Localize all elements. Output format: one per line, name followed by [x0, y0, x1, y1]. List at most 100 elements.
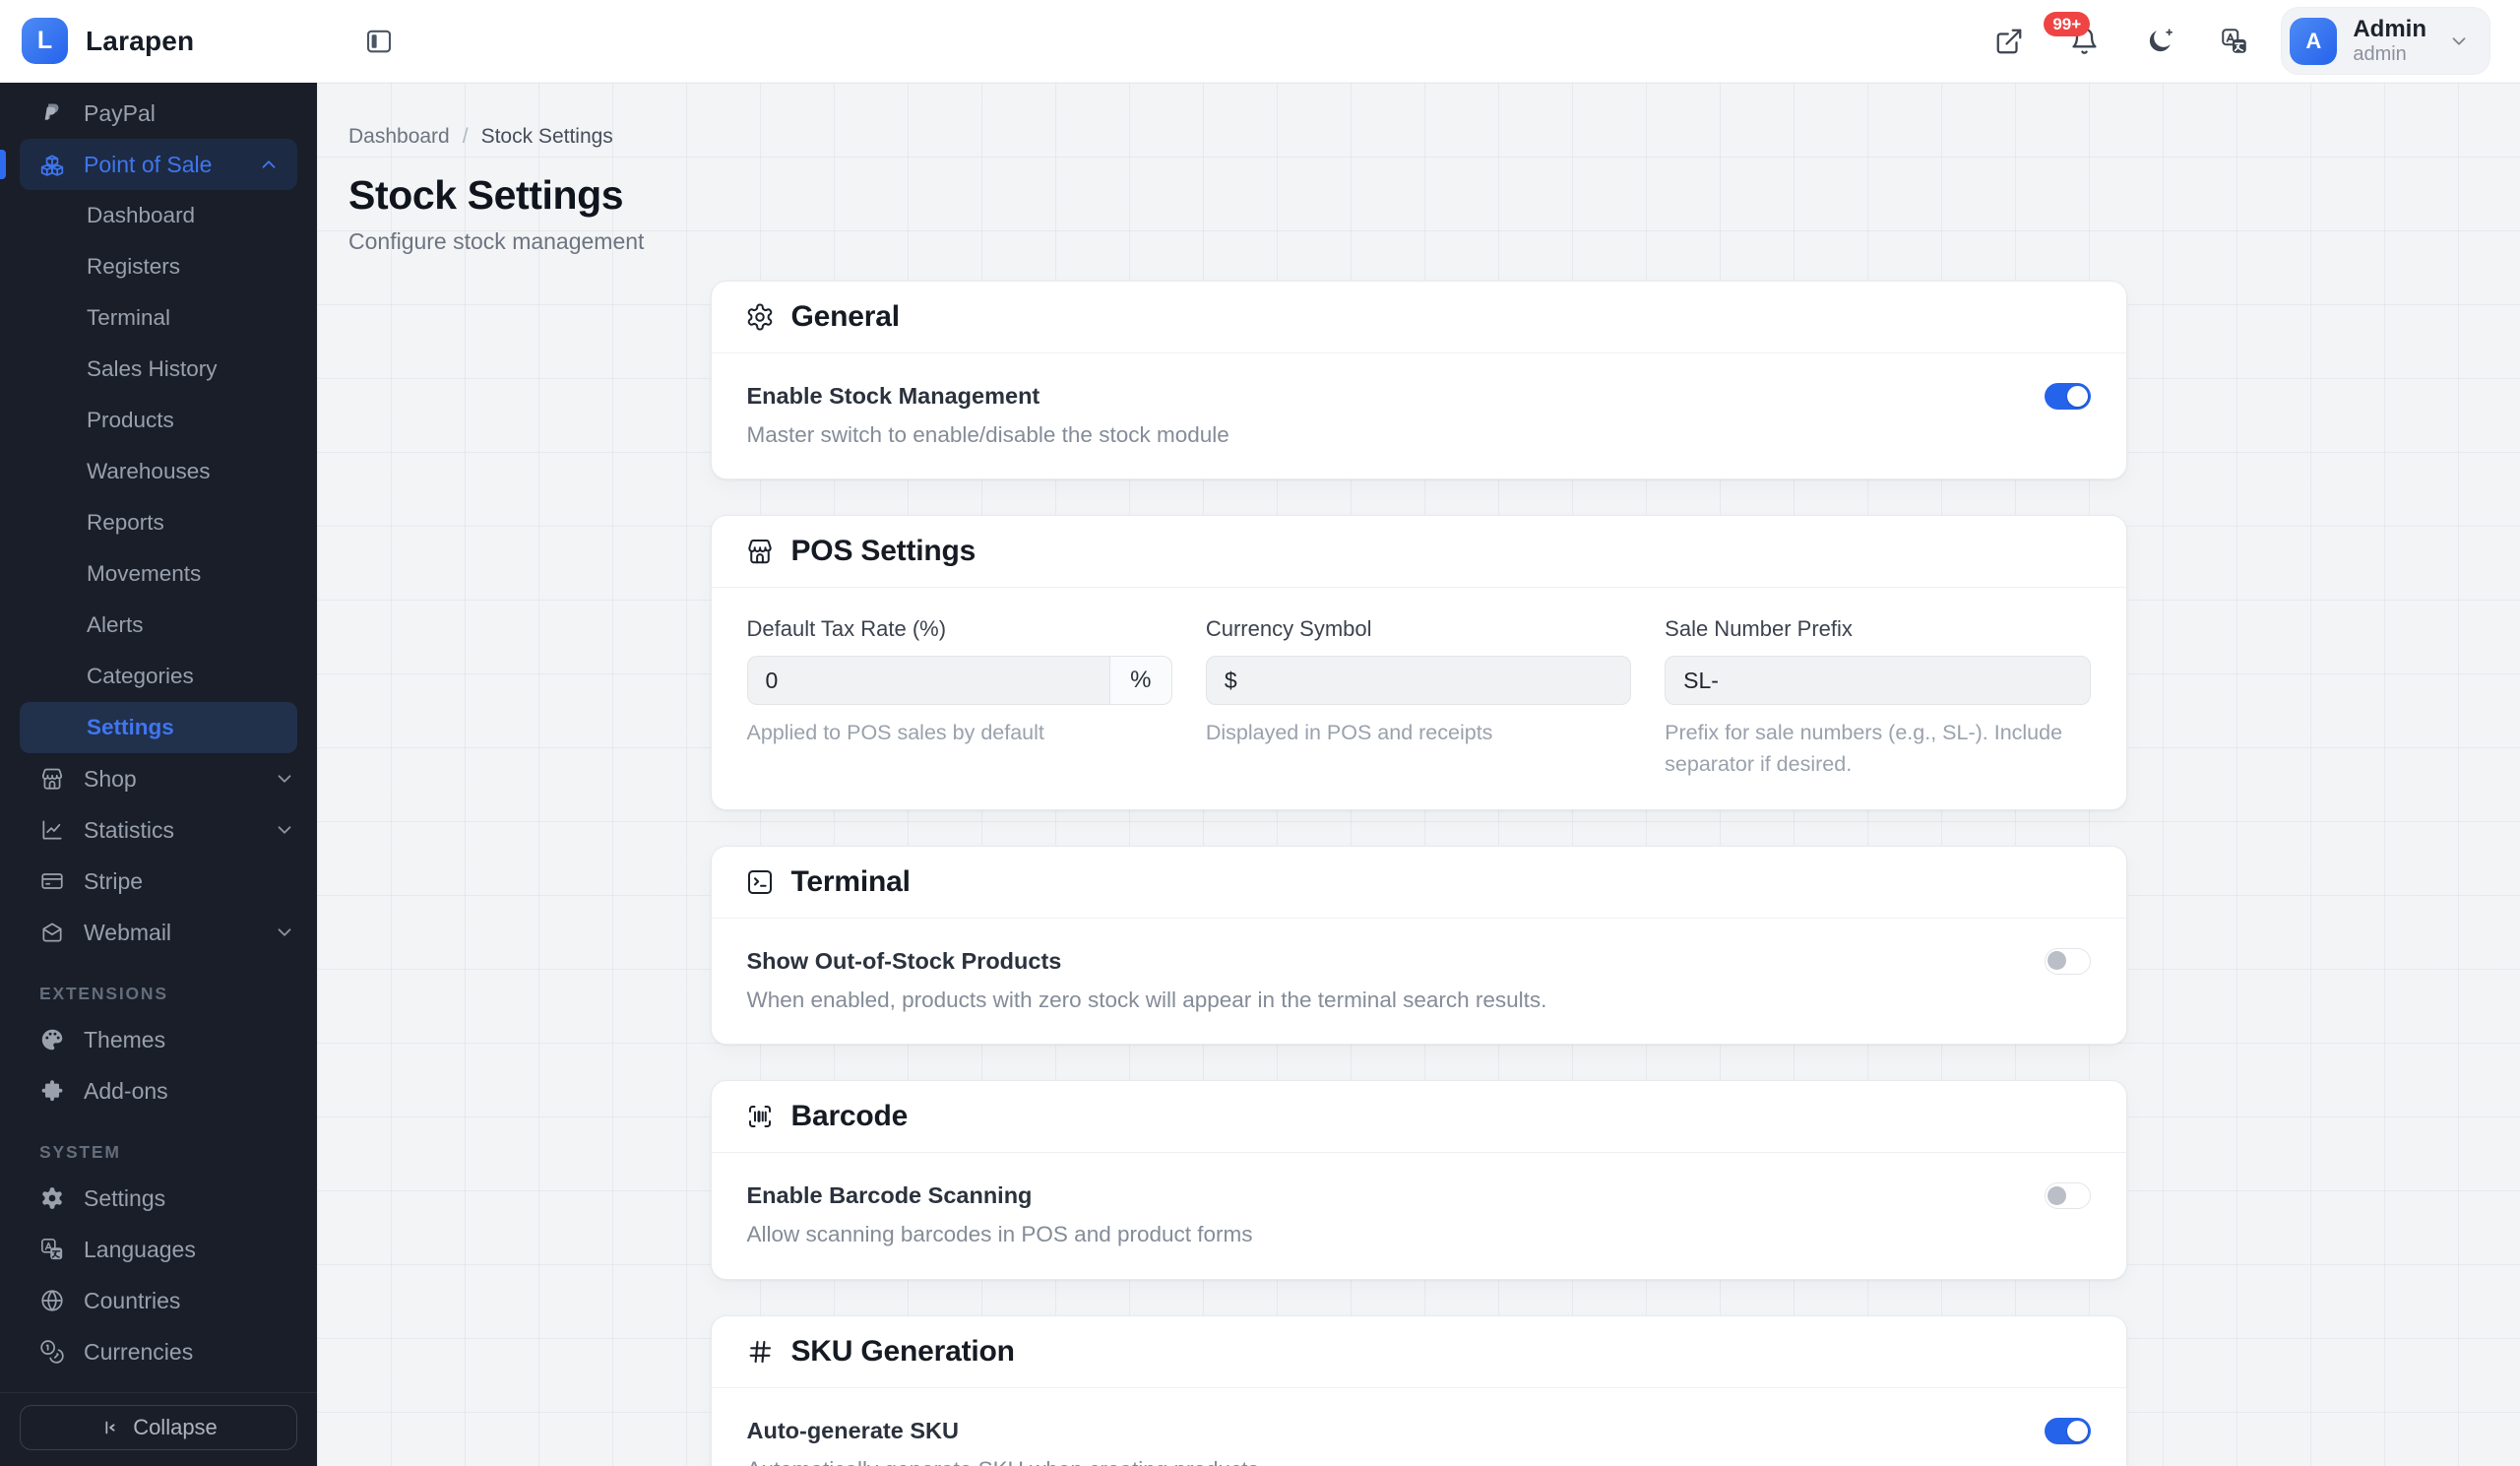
setting-label: Show Out-of-Stock Products — [746, 947, 1062, 974]
sidebar-item-label: Countries — [84, 1287, 181, 1313]
sidebar-subitem-dashboard[interactable]: Dashboard — [0, 190, 317, 241]
field-hint: Applied to POS sales by default — [746, 721, 1044, 745]
language-button[interactable] — [2220, 27, 2249, 56]
sidebar-item-statistics[interactable]: Statistics — [0, 804, 317, 856]
sidebar-item-label: Shop — [84, 765, 137, 792]
field-hint: Displayed in POS and receipts — [1205, 721, 1493, 745]
setting-description: Master switch to enable/disable the stoc… — [746, 422, 1229, 448]
page-subtitle: Configure stock management — [348, 228, 645, 254]
chevron-down-icon — [2448, 31, 2470, 52]
setting-row-out-of-stock: Show Out-of-Stock Products When enabled,… — [747, 947, 2091, 1014]
sidebar-subitem-categories[interactable]: Categories — [0, 651, 317, 702]
sidebar: PayPal Point of Sale Dashboard Registers… — [0, 83, 317, 1466]
card-title: General — [790, 300, 901, 333]
field-currency-symbol: Currency Symbol Displayed in POS and rec… — [1205, 616, 1632, 779]
globe-icon — [39, 1288, 65, 1313]
top-header: L Larapen 99+ A Admin admin — [0, 0, 2520, 83]
sidebar-subitem-sales-history[interactable]: Sales History — [0, 344, 317, 395]
sidebar-item-stripe[interactable]: Stripe — [0, 856, 317, 907]
sidebar-item-themes[interactable]: Themes — [0, 1014, 317, 1065]
translate-icon — [2220, 27, 2249, 56]
storefront-icon — [745, 537, 775, 566]
setting-description: Allow scanning barcodes in POS and produ… — [746, 1222, 1253, 1247]
barcode-icon — [745, 1102, 775, 1131]
card-title: Barcode — [790, 1100, 909, 1133]
sidebar-item-webmail[interactable]: Webmail — [0, 907, 317, 958]
chevron-down-icon — [274, 819, 295, 841]
sidebar-item-label: PayPal — [84, 99, 156, 126]
paypal-icon — [39, 100, 65, 126]
card-title: SKU Generation — [790, 1334, 1015, 1368]
brand: L Larapen — [0, 18, 317, 64]
sidebar-item-countries[interactable]: Countries — [0, 1275, 317, 1326]
sidebar-item-label: Stripe — [84, 867, 144, 894]
sidebar-section-system: SYSTEM — [39, 1142, 121, 1162]
sidebar-footer: Collapse — [0, 1392, 317, 1466]
setting-row-barcode-scanning: Enable Barcode Scanning Allow scanning b… — [747, 1181, 2091, 1248]
collapse-label: Collapse — [133, 1415, 218, 1439]
header-actions: 99+ A Admin admin — [1994, 7, 2520, 75]
sidebar-subitem-products[interactable]: Products — [0, 395, 317, 446]
sale-number-prefix-input[interactable] — [1665, 656, 2091, 706]
sidebar-item-settings[interactable]: Settings — [0, 1173, 317, 1224]
sidebar-item-label: Statistics — [84, 816, 175, 843]
settings-cards: General Enable Stock Management Master s… — [710, 281, 2127, 1466]
card-barcode: Barcode Enable Barcode Scanning Allow sc… — [710, 1080, 2127, 1280]
breadcrumb: Dashboard / Stock Settings — [348, 125, 2520, 149]
default-tax-rate-input[interactable] — [746, 656, 1109, 706]
field-label: Default Tax Rate (%) — [746, 616, 947, 642]
puzzle-icon — [39, 1078, 65, 1104]
setting-description: When enabled, products with zero stock w… — [746, 987, 1547, 1012]
show-out-of-stock-toggle[interactable] — [2044, 947, 2091, 975]
sidebar-item-label: Point of Sale — [84, 151, 213, 177]
credit-card-icon — [39, 868, 65, 894]
sidebar-subitem-terminal[interactable]: Terminal — [0, 292, 317, 344]
sidebar-item-label: Webmail — [84, 919, 172, 945]
sidebar-item-addons[interactable]: Add-ons — [0, 1065, 317, 1116]
page-header: Dashboard / Stock Settings Stock Setting… — [317, 125, 2520, 255]
enable-barcode-scanning-toggle[interactable] — [2044, 1182, 2091, 1210]
external-link-button[interactable] — [1994, 27, 2024, 56]
field-label: Sale Number Prefix — [1665, 616, 1853, 642]
sidebar-subitem-settings[interactable]: Settings — [20, 702, 297, 753]
setting-label: Auto-generate SKU — [746, 1417, 959, 1443]
field-default-tax-rate: Default Tax Rate (%) % Applied to POS sa… — [746, 616, 1172, 779]
percent-suffix: % — [1108, 656, 1172, 706]
field-label: Currency Symbol — [1205, 616, 1372, 642]
brand-logo: L — [22, 18, 68, 64]
hash-icon — [745, 1337, 775, 1367]
currency-symbol-input[interactable] — [1205, 656, 1632, 706]
card-title: POS Settings — [790, 535, 976, 568]
card-general: General Enable Stock Management Master s… — [710, 281, 2127, 480]
sidebar-item-languages[interactable]: Languages — [0, 1224, 317, 1275]
chevron-down-icon — [274, 922, 295, 943]
sidebar-subitem-warehouses[interactable]: Warehouses — [0, 446, 317, 497]
user-menu[interactable]: A Admin admin — [2281, 7, 2490, 75]
collapse-sidebar-button[interactable]: Collapse — [20, 1405, 297, 1450]
sidebar-item-label: Languages — [84, 1236, 196, 1262]
storefront-icon — [39, 766, 65, 792]
mail-icon — [39, 920, 65, 945]
card-terminal: Terminal Show Out-of-Stock Products When… — [710, 845, 2127, 1046]
sidebar-item-point-of-sale[interactable]: Point of Sale — [20, 139, 297, 190]
notifications-button[interactable]: 99+ — [2044, 12, 2100, 56]
chevron-down-icon — [274, 768, 295, 790]
user-role: admin — [2353, 42, 2407, 65]
sidebar-item-currencies[interactable]: Currencies — [0, 1326, 317, 1377]
cubes-icon — [39, 152, 65, 177]
enable-stock-management-toggle[interactable] — [2044, 383, 2091, 410]
sidebar-subitem-reports[interactable]: Reports — [0, 497, 317, 548]
chevron-up-icon — [258, 154, 280, 175]
breadcrumb-dashboard[interactable]: Dashboard — [348, 125, 450, 149]
card-sku-generation: SKU Generation Auto-generate SKU Automat… — [710, 1314, 2127, 1466]
sidebar-toggle-button[interactable] — [364, 27, 394, 56]
sidebar-subitem-alerts[interactable]: Alerts — [0, 600, 317, 651]
sidebar-subitem-movements[interactable]: Movements — [0, 548, 317, 600]
sidebar-nav: PayPal Point of Sale Dashboard Registers… — [0, 83, 317, 1392]
sidebar-item-label: Themes — [84, 1026, 166, 1052]
sidebar-item-paypal[interactable]: PayPal — [0, 88, 317, 139]
sidebar-subitem-registers[interactable]: Registers — [0, 241, 317, 292]
dark-mode-button[interactable] — [2145, 27, 2174, 56]
auto-generate-sku-toggle[interactable] — [2044, 1417, 2091, 1444]
sidebar-item-shop[interactable]: Shop — [0, 753, 317, 804]
